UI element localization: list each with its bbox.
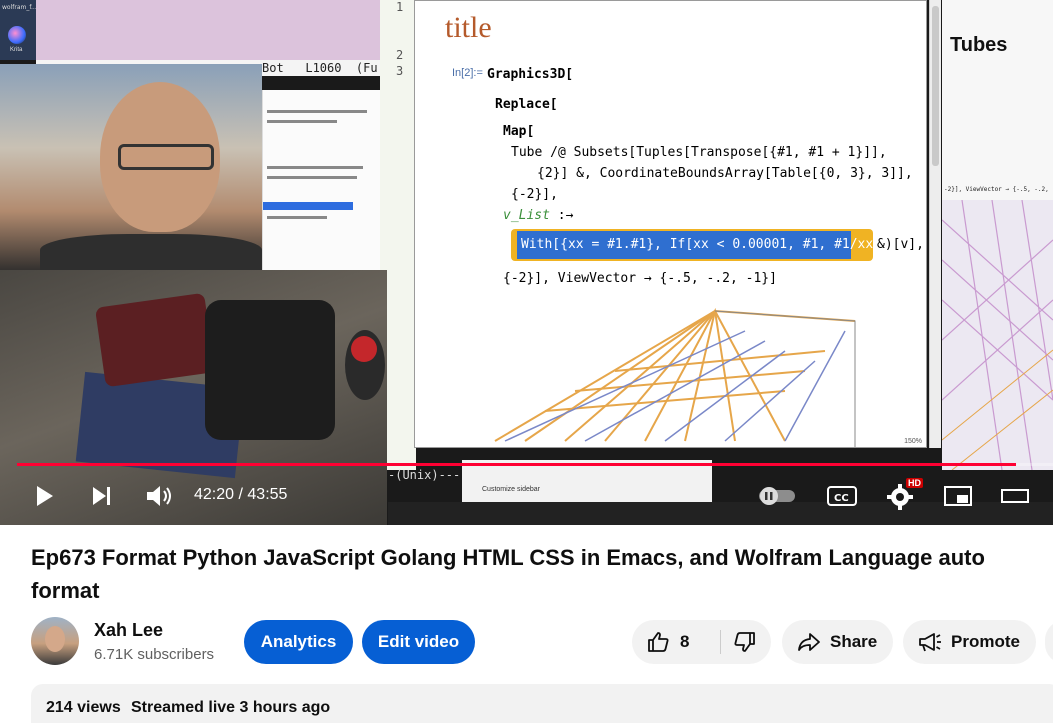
- edit-video-button[interactable]: Edit video: [362, 620, 475, 664]
- trackball: [345, 330, 385, 400]
- preview-line: [267, 120, 337, 123]
- keyboard-right: [205, 300, 335, 440]
- preview-line: [267, 216, 327, 219]
- input-label: In[2]:=: [452, 67, 483, 79]
- notebook-window: title In[2]:= Graphics3D[ Replace[ Map[ …: [414, 0, 927, 448]
- selected-code[interactable]: With[{xx = #1.#1}, If[xx < 0.00001, #1, …: [511, 229, 889, 261]
- code-line: Tube /@ Subsets[Tuples[Transpose[{#1, #1…: [511, 145, 887, 160]
- emacs-mode-indicator: -(Unix)---: [388, 468, 461, 482]
- right-panel: Tubes -2}], ViewVector → {-.5, -.2,: [942, 0, 1053, 470]
- dislike-button[interactable]: [721, 620, 771, 664]
- preview-line: [267, 176, 357, 179]
- preview-highlight: [263, 202, 353, 210]
- keyboard-left: [94, 292, 216, 388]
- customize-sidebar-item[interactable]: Customize sidebar: [482, 486, 540, 493]
- theater-mode-icon[interactable]: [999, 484, 1031, 508]
- line-number: 3: [396, 64, 404, 78]
- autoplay-toggle[interactable]: [757, 486, 797, 506]
- view-count: 214 views: [46, 699, 121, 716]
- promote-label: Promote: [951, 632, 1020, 651]
- captions-icon[interactable]: CC: [826, 484, 858, 508]
- zoom-level[interactable]: 150%: [904, 438, 922, 445]
- mini-notebook-preview: [262, 90, 380, 270]
- promote-button[interactable]: Promote: [903, 620, 1036, 664]
- code-line: {-2}],: [511, 187, 558, 202]
- play-button[interactable]: [30, 482, 58, 510]
- right-panel-graphic: [942, 200, 1053, 470]
- line-number: 2: [396, 48, 404, 62]
- hd-badge: HD: [906, 478, 923, 488]
- video-title: Ep673 Format Python JavaScript Golang HT…: [31, 545, 985, 603]
- notebook-title: title: [445, 11, 492, 44]
- code-line: {-2}], ViewVector → {-.5, -.2, -1}]: [503, 271, 777, 286]
- krita-label: Krita: [10, 47, 23, 53]
- like-count: 8: [680, 632, 690, 651]
- video-player[interactable]: wolfram_f... Krita Bot L1060 (Fu 1 2 3 t…: [0, 0, 1053, 525]
- next-button[interactable]: [88, 482, 116, 510]
- highlighted-code: With[{xx = #1.#1}, If[xx < 0.00001, #1, …: [521, 237, 889, 252]
- code-line: Map[: [503, 124, 535, 139]
- megaphone-icon: [919, 633, 941, 652]
- time-total: 43:55: [247, 486, 288, 503]
- volume-icon[interactable]: [144, 482, 174, 510]
- subscriber-count: 6.71K subscribers: [94, 646, 215, 663]
- right-panel-snippet: -2}], ViewVector → {-.5, -.2,: [944, 186, 1049, 193]
- like-button[interactable]: 8: [632, 620, 720, 664]
- pattern-variable: v_List: [503, 208, 550, 223]
- code-line: Graphics3D[: [487, 67, 574, 82]
- code-line: Replace[: [495, 97, 558, 112]
- share-label: Share: [830, 632, 878, 651]
- webcam-overlay: [0, 64, 262, 274]
- time-separator: /: [238, 486, 243, 503]
- channel-name[interactable]: Xah Lee: [94, 620, 163, 641]
- pattern-line: v_List :→: [503, 208, 573, 223]
- preview-line: [267, 110, 367, 113]
- progress-fill: [17, 463, 1016, 466]
- graphics3d-render: [494, 307, 856, 447]
- rule-arrow: :→: [557, 208, 574, 223]
- code-after-highlight: &)[v],: [877, 237, 924, 252]
- thumbs-down-icon: [734, 632, 755, 652]
- youtube-watch-page: wolfram_f... Krita Bot L1060 (Fu 1 2 3 t…: [0, 0, 1053, 723]
- miniplayer-icon[interactable]: [942, 484, 974, 508]
- time-display: 42:20 / 43:55: [194, 486, 287, 504]
- code-line: {2}] &, CoordinateBoundsArray[Table[{0, …: [537, 166, 913, 181]
- desktop-label: wolfram_f...: [2, 4, 37, 11]
- notebook-scrollbar[interactable]: [929, 0, 941, 448]
- progress-bar[interactable]: [17, 463, 1053, 466]
- more-actions-button[interactable]: [1045, 620, 1053, 664]
- right-panel-title: Tubes: [950, 34, 1008, 56]
- krita-icon: [8, 26, 26, 44]
- thumbs-up-icon: [648, 632, 669, 652]
- share-button[interactable]: Share: [782, 620, 893, 664]
- desktop-strip: wolfram_f... Krita: [0, 0, 37, 60]
- line-number: 1: [396, 0, 404, 14]
- svg-text:CC: CC: [834, 493, 849, 504]
- share-icon: [798, 633, 820, 651]
- presenter-shirt: [40, 234, 262, 274]
- stream-date: Streamed live 3 hours ago: [131, 699, 331, 716]
- analytics-button[interactable]: Analytics: [244, 620, 353, 664]
- like-dislike-group: 8: [632, 620, 771, 664]
- preview-line: [267, 166, 363, 169]
- glasses: [118, 144, 214, 170]
- time-current: 42:20: [194, 486, 235, 503]
- background-window: [36, 0, 380, 60]
- channel-avatar[interactable]: [31, 617, 79, 665]
